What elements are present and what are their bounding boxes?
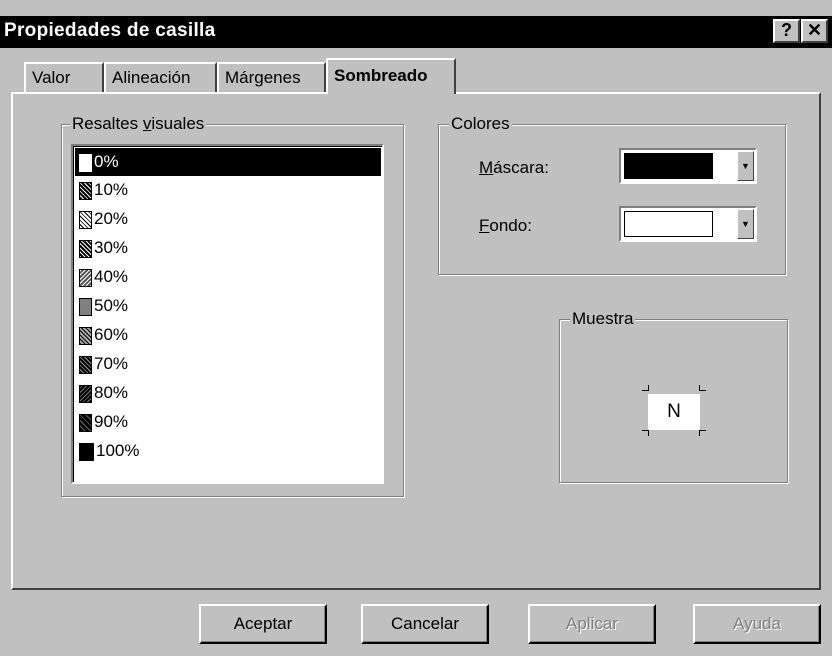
background-color-combo[interactable]: ▼ [619,206,757,242]
list-item-label: 60% [94,325,129,344]
tab-valor[interactable]: Valor [24,62,104,92]
crop-mark [700,430,706,431]
crop-mark [648,385,649,391]
list-item[interactable]: 30% [75,234,381,262]
list-item[interactable]: 60% [75,321,381,349]
list-item-label: 40% [94,267,129,286]
shading-listbox[interactable]: 0% 10% 20% 30% 40% 50% 60% 70% 80% 90% 1… [71,144,384,484]
list-item[interactable]: 80% [75,379,381,407]
colors-group: Colores [438,114,786,275]
list-item-label: 20% [94,209,129,228]
tab-margenes[interactable]: Márgenes [217,62,326,92]
chevron-down-icon[interactable]: ▼ [737,209,754,239]
crop-mark [648,430,649,436]
swatch-icon [79,297,92,316]
list-item[interactable]: 50% [75,292,381,320]
swatch-icon [79,413,92,432]
list-item-label: 70% [94,354,129,373]
list-item-label: 30% [94,238,129,257]
help-icon[interactable]: ? [773,19,800,43]
swatch-icon [79,210,92,229]
list-item[interactable]: 20% [75,205,381,233]
list-item-label: 90% [94,412,129,431]
window-title: Propiedades de casilla [4,20,216,41]
mask-color-combo[interactable]: ▼ [619,148,757,184]
close-icon[interactable]: ✕ [801,19,828,43]
list-item[interactable]: 0% [75,148,381,176]
swatch-icon [79,153,92,172]
list-item[interactable]: 40% [75,263,381,291]
list-item-label: 0% [94,152,119,171]
background-color-swatch [624,211,713,237]
sample-group-title: Muestra [570,309,636,329]
cancel-button[interactable]: Cancelar [361,604,489,644]
mask-color-swatch [624,153,713,179]
crop-mark [700,390,706,391]
title-bar: Propiedades de casilla ? ✕ [0,16,832,48]
crop-mark [699,385,700,391]
list-item[interactable]: 70% [75,350,381,378]
list-item-label: 50% [94,296,129,315]
tab-sombreado[interactable]: Sombreado [326,58,456,94]
background-label: Fondo: [479,216,532,235]
swatch-icon [79,239,92,258]
ok-button[interactable]: Aceptar [199,604,327,644]
sample-preview: N [648,394,700,430]
swatch-icon [79,355,92,374]
swatch-icon [79,268,92,287]
chevron-down-icon[interactable]: ▼ [737,151,754,181]
list-item-label: 80% [94,383,129,402]
apply-button[interactable]: Aplicar [528,604,656,644]
list-item-label: 10% [94,180,129,199]
swatch-icon [79,326,92,345]
crop-mark [699,430,700,436]
list-item[interactable]: 100% [75,437,381,465]
tab-alineacion[interactable]: Alineación [104,62,217,92]
list-item[interactable]: 90% [75,408,381,436]
help-button[interactable]: Ayuda [693,604,821,644]
highlights-group-title: Resaltes visuales [70,114,207,134]
list-item-label: 100% [96,441,140,460]
swatch-icon [79,442,94,461]
colors-group-title: Colores [449,114,512,134]
list-item[interactable]: 10% [75,176,381,204]
swatch-icon [79,181,92,200]
swatch-icon [79,384,92,403]
mask-label: Máscara: [479,158,549,177]
